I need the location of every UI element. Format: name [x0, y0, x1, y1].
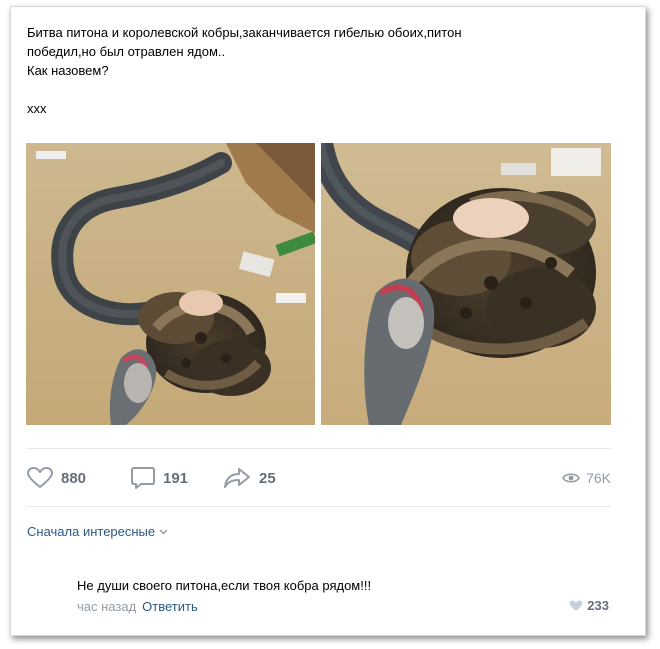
comments-sort-label: Сначала интересные — [27, 524, 156, 539]
post-text-line: xxx — [27, 101, 47, 116]
heart-icon — [27, 467, 53, 488]
share-count: 25 — [259, 469, 276, 487]
comments-sort-dropdown[interactable]: Сначала интересные — [27, 524, 168, 539]
share-button[interactable]: 25 — [223, 465, 276, 491]
comment-like-count: 233 — [587, 598, 609, 613]
chevron-down-icon — [159, 529, 168, 534]
comment-count: 191 — [163, 469, 189, 487]
post-text-line: Как назовем? — [27, 63, 109, 78]
comments-divider — [27, 506, 611, 507]
eye-icon — [562, 473, 581, 483]
post-text: Битва питона и королевской кобры,заканчи… — [27, 23, 627, 118]
comment-time: час назад — [77, 599, 137, 614]
reply-button[interactable]: Ответить — [142, 599, 198, 614]
comment-like-button[interactable]: 233 — [569, 598, 609, 613]
views-counter: 76K — [562, 465, 611, 491]
post-card: Битва питона и королевской кобры,заканчи… — [10, 6, 646, 636]
post-actions-bar: 880 191 25 76K — [27, 465, 611, 491]
snake-fight-photo-left — [26, 143, 315, 425]
like-button[interactable]: 880 — [27, 465, 86, 491]
post-photo-right[interactable] — [321, 143, 611, 425]
actions-divider — [27, 448, 611, 449]
post-photo-left[interactable] — [26, 143, 315, 425]
speech-bubble-icon — [131, 467, 155, 489]
heart-icon — [569, 600, 583, 611]
comment-button[interactable]: 191 — [131, 465, 188, 491]
post-text-line: победил,но был отравлен ядом.. — [27, 44, 226, 59]
post-text-line: Битва питона и королевской кобры,заканчи… — [27, 25, 462, 40]
snake-fight-photo-right — [321, 143, 611, 425]
comment-meta: час назад Ответить — [77, 599, 198, 614]
like-count: 880 — [61, 469, 87, 487]
post-text-blank-line — [27, 80, 627, 99]
views-count: 76K — [586, 470, 611, 486]
share-arrow-icon — [224, 468, 250, 488]
comment-text: Не души своего питона,если твоя кобра ря… — [77, 578, 372, 593]
